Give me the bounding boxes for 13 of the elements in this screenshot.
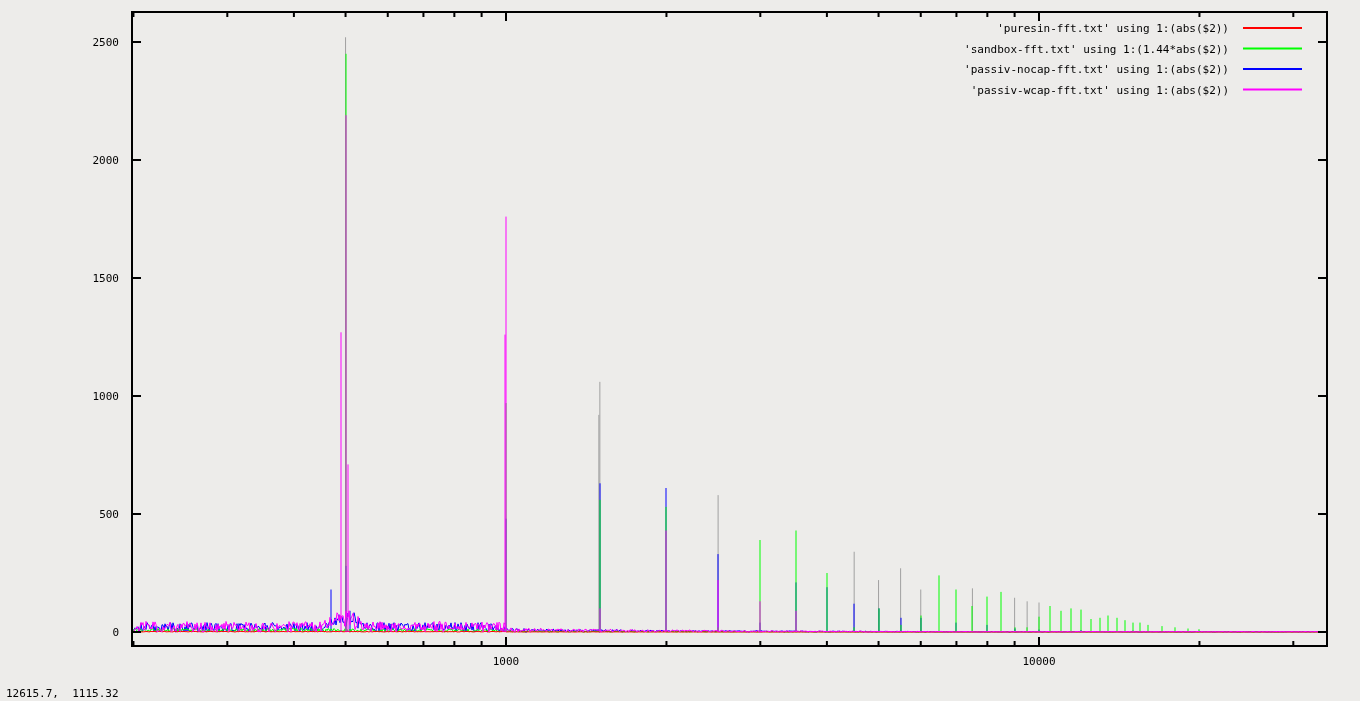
legend-label: 'passiv-wcap-fft.txt' using 1:(abs($2))	[970, 83, 1229, 97]
x-tick-label: 10000	[1022, 655, 1056, 668]
y-tick-label: 2500	[92, 36, 119, 49]
legend-label: 'passiv-nocap-fft.txt' using 1:(abs($2))	[964, 63, 1229, 76]
cursor-coordinates: 12615.7, 1115.32	[6, 687, 119, 700]
y-tick-label: 0	[112, 626, 119, 639]
legend-label: 'sandbox-fft.txt' using 1:(1.44*abs($2))	[964, 42, 1229, 56]
x-tick-label: 1000	[492, 655, 520, 668]
y-tick-label: 500	[99, 508, 119, 521]
y-tick-label: 1000	[92, 390, 119, 403]
y-tick-label: 1500	[92, 272, 119, 285]
y-tick-label: 2000	[92, 154, 119, 167]
legend-label: 'puresin-fft.txt' using 1:(abs($2))	[997, 22, 1229, 35]
